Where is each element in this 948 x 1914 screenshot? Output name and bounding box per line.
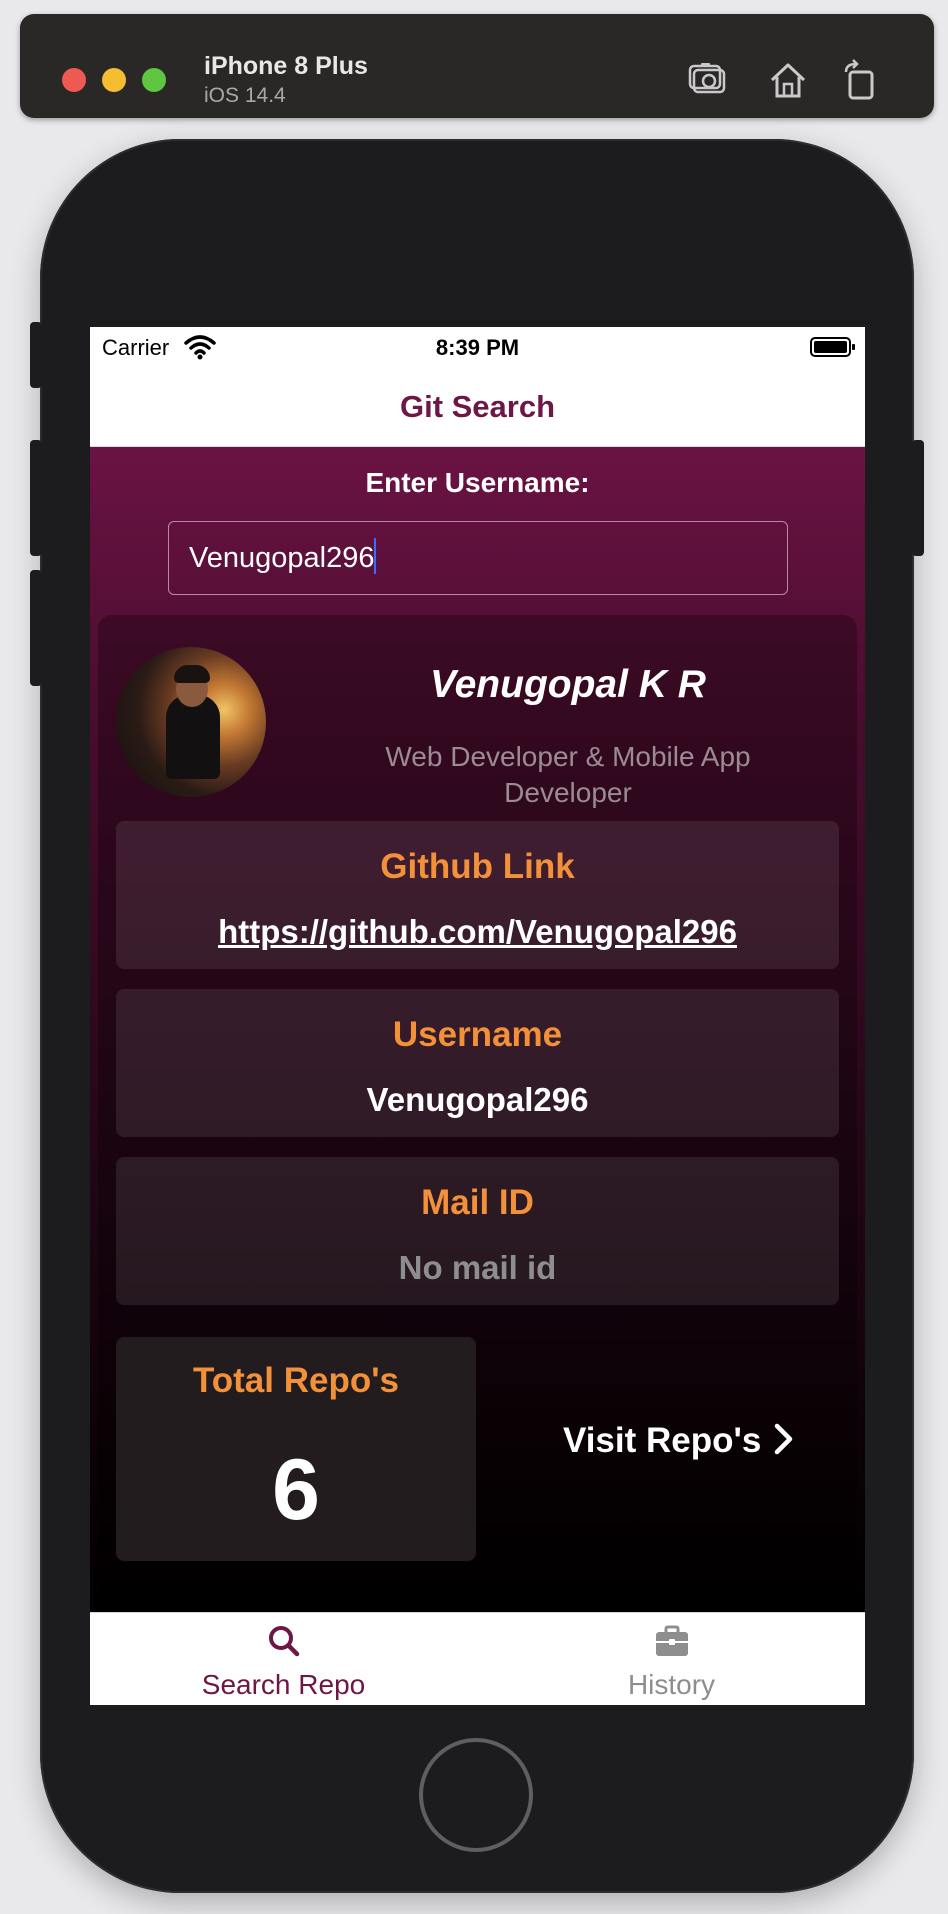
profile-card: Venugopal K R Web Developer & Mobile App… [98,615,857,1595]
mail-value: No mail id [398,1249,557,1286]
username-prompt-label: Enter Username: [365,467,590,498]
volume-down-button [30,570,42,686]
mail-title: Mail ID [421,1183,534,1222]
home-icon[interactable] [766,58,810,102]
tab-bar: Search Repo History [90,1612,865,1705]
tab-history-label: History [627,1669,716,1700]
search-input-value: Venugopal296 [189,542,375,574]
mail-section: Mail ID No mail id [116,1157,839,1305]
tab-history[interactable]: History [478,1613,865,1705]
profile-bio: Web Developer & Mobile App Developer [385,741,751,808]
profile-name: Venugopal K R [430,663,706,706]
search-content: Enter Username: Venugopal296 Venugopal K… [90,447,865,1612]
username-section: Username Venugopal296 [116,989,839,1137]
github-profile-link[interactable]: https://github.com/Venugopal296 [116,913,839,951]
close-window-button[interactable] [62,68,86,92]
total-repos-count: 6 [272,1442,320,1538]
status-time: 8:39 PM [435,335,520,360]
chevron-right-icon [775,1423,793,1455]
visit-repos-label: Visit Repo's [563,1421,762,1460]
zoom-window-button[interactable] [142,68,166,92]
tab-search-repo-label: Search Repo [201,1669,366,1700]
tab-search-repo[interactable]: Search Repo [90,1613,477,1705]
mute-switch [30,322,42,388]
status-bar: Carrier 8:39 PM [90,327,865,369]
app-screen: Carrier 8:39 PM Git Search Enter Usernam… [90,327,865,1705]
total-repos-title: Total Repo's [192,1361,400,1400]
minimize-window-button[interactable] [102,68,126,92]
screenshot-icon[interactable] [686,58,730,102]
text-cursor [374,538,377,574]
username-search-input[interactable]: Venugopal296 [168,521,788,595]
page-title: Git Search [399,389,556,424]
github-link-section: Github Link https://github.com/Venugopal… [116,821,839,969]
battery-icon [810,337,855,357]
avatar-person-hair [174,665,210,683]
device-os-version: iOS 14.4 [204,84,286,107]
avatar [116,647,266,797]
avatar-person-body [166,695,220,779]
username-title: Username [392,1015,563,1054]
volume-up-button [30,440,42,556]
visit-repos-button[interactable]: Visit Repo's [563,1421,795,1471]
total-repos-box: Total Repo's 6 [116,1337,476,1561]
power-button [912,440,924,556]
simulator-titlebar: iPhone 8 Plus iOS 14.4 [20,14,934,118]
rotate-icon[interactable] [838,58,882,102]
home-button[interactable] [419,1738,533,1852]
navigation-bar: Git Search [90,369,865,447]
briefcase-icon [656,1625,688,1656]
username-value: Venugopal296 [366,1081,589,1118]
device-name: iPhone 8 Plus [204,52,368,80]
search-icon [269,1626,300,1657]
github-link-title: Github Link [380,847,575,886]
